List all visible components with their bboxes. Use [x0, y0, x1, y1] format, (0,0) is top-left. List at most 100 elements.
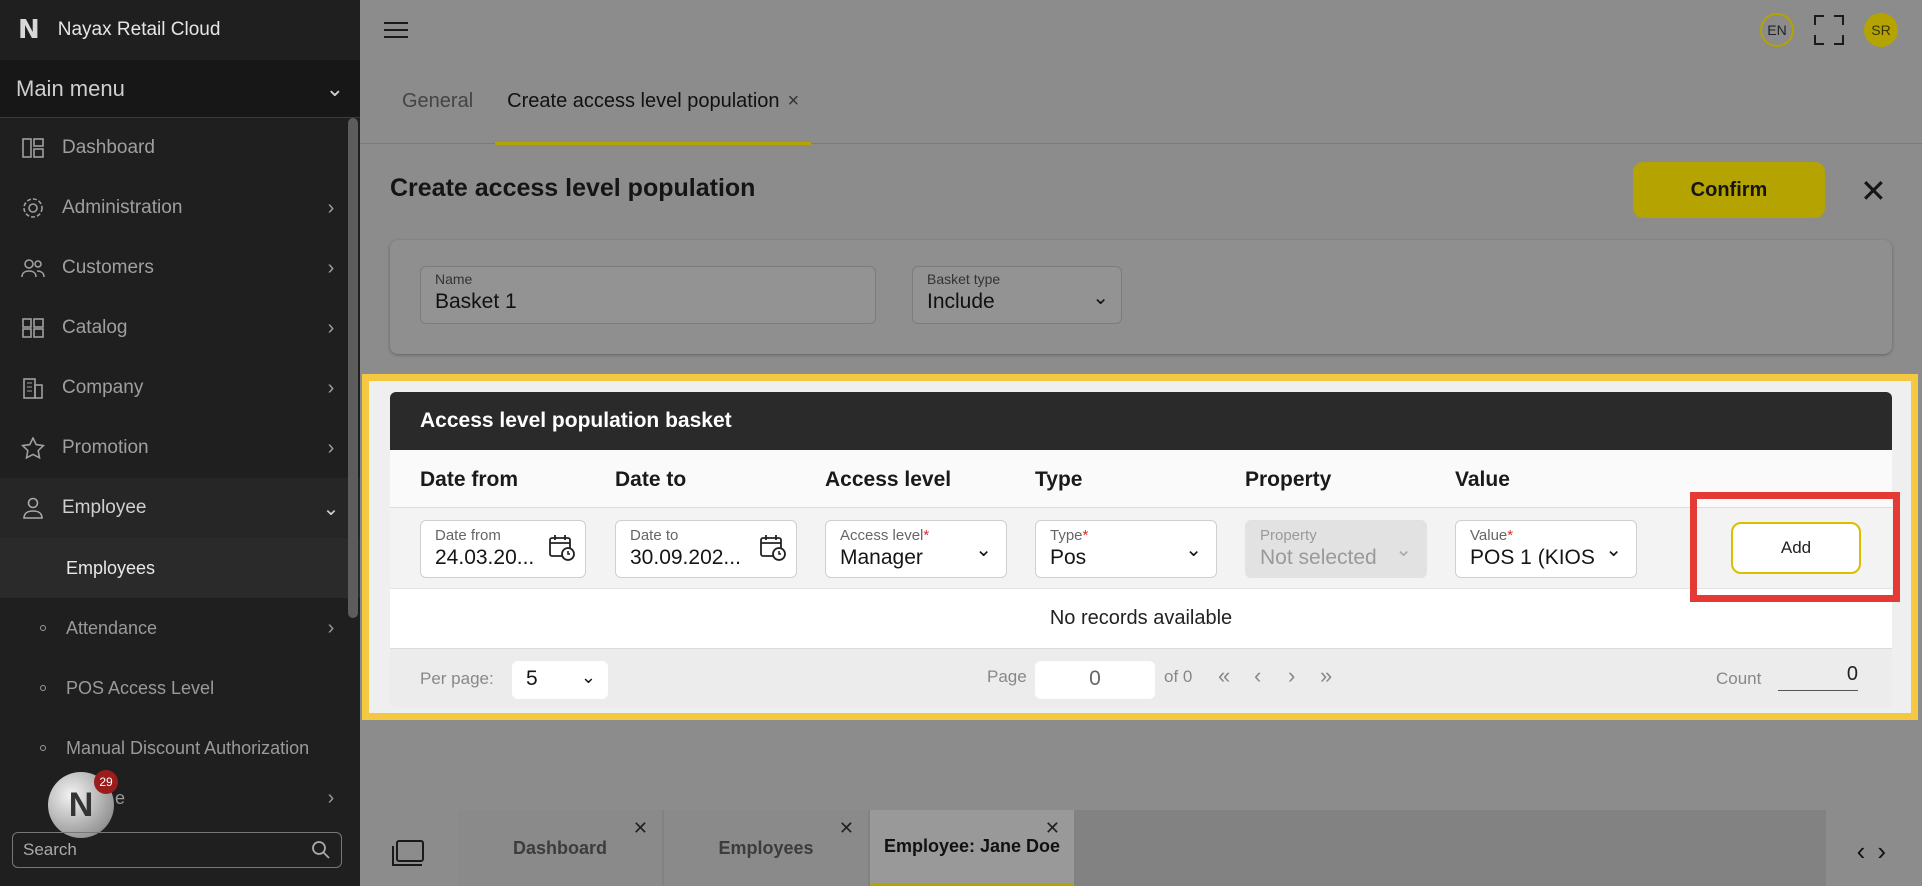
pagination-footer: Per page: 5 ⌄ Page 0 of 0 « ‹ › » Count … [390, 648, 1892, 708]
chevron-down-icon: ⌄ [1092, 287, 1109, 309]
chevron-right-icon: › [327, 376, 335, 399]
sidebar-item-company[interactable]: Company › [0, 358, 360, 418]
tab-create-access-level-population[interactable]: Create access level population × [495, 60, 812, 145]
last-page-icon[interactable]: » [1320, 663, 1332, 689]
date-from-input[interactable]: Date from 24.03.20... [420, 520, 586, 578]
windows-icon[interactable] [392, 840, 424, 866]
field-value: 24.03.20... [435, 546, 535, 569]
chevron-down-icon: ⌄ [322, 497, 340, 520]
name-field[interactable]: Name Basket 1 [420, 266, 876, 324]
tab-label: Dashboard [512, 837, 608, 858]
field-label-text: Access level [840, 527, 924, 544]
type-select[interactable]: Type* Pos ⌄ [1035, 520, 1217, 578]
basket-type-select[interactable]: Basket type Include ⌄ [912, 266, 1122, 324]
sidebar-search-input[interactable]: Search [12, 832, 342, 868]
sidebar-item-dashboard[interactable]: Dashboard [0, 118, 360, 178]
sidebar-item-label: Administration [62, 197, 183, 218]
bottom-tab-employee-jane-doe[interactable]: Employee: Jane Doe ✕ [870, 810, 1074, 886]
column-header: Value [1455, 468, 1510, 491]
empty-message: No records available [390, 588, 1892, 648]
field-value: 30.09.202... [630, 546, 741, 569]
column-header: Property [1245, 468, 1332, 491]
page-of-label: of 0 [1164, 667, 1193, 686]
close-icon[interactable]: ✕ [1045, 818, 1060, 839]
sidebar-item-customers[interactable]: Customers › [0, 238, 360, 298]
users-icon [20, 255, 46, 281]
field-label: Basket type [927, 271, 1001, 287]
bottom-tab-dashboard[interactable]: Dashboard ✕ [458, 810, 662, 886]
sidebar-subitem-attendance[interactable]: Attendance › [0, 598, 360, 658]
sidebar-item-employee[interactable]: Employee ⌄ [0, 478, 360, 538]
column-header: Date to [615, 468, 687, 491]
date-to-input[interactable]: Date to 30.09.202... [615, 520, 797, 578]
sidebar-scrollbar[interactable] [348, 118, 358, 618]
per-page-select[interactable]: 5 ⌄ [512, 661, 608, 699]
tab-scroll-nav: ‹› [1857, 836, 1898, 867]
main-menu-label: Main menu [16, 75, 125, 101]
chevron-down-icon: ⌄ [975, 539, 992, 561]
per-page-value: 5 [526, 667, 538, 690]
bottom-tab-employees[interactable]: Employees ✕ [664, 810, 868, 886]
page-title: Create access level population [390, 174, 756, 202]
column-header: Date from [420, 468, 519, 491]
access-level-select[interactable]: Access level* Manager ⌄ [825, 520, 1007, 578]
chevron-right-icon: › [327, 436, 335, 459]
chevron-down-icon: ⌄ [580, 667, 596, 687]
field-value: Basket 1 [435, 290, 517, 313]
sidebar-subitem-label: POS Access Level [66, 678, 215, 698]
main-menu-toggle[interactable]: Main menu ⌄ [0, 60, 360, 118]
page-input[interactable]: 0 [1035, 661, 1155, 699]
sidebar-item-promotion[interactable]: Promotion › [0, 418, 360, 478]
calendar-icon[interactable] [547, 533, 577, 563]
tab-label: Employees [718, 837, 814, 858]
sidebar-subitem-manual-discount[interactable]: Manual Discount Authorization [0, 718, 360, 778]
chevron-right-icon[interactable]: › [1877, 836, 1898, 866]
fullscreen-icon[interactable] [1814, 15, 1844, 45]
search-placeholder: Search [23, 840, 77, 859]
callout-frame [1690, 492, 1900, 602]
tab-label: General [402, 90, 474, 112]
chevron-left-icon[interactable]: ‹ [1857, 836, 1878, 866]
open-tabs: Dashboard ✕ Employees ✕ Employee: Jane D… [458, 810, 1826, 886]
close-icon[interactable]: × [788, 90, 800, 113]
tab-general[interactable]: General [390, 60, 485, 144]
sidebar-item-label: Company [62, 377, 144, 398]
first-page-icon[interactable]: « [1218, 663, 1230, 689]
field-value: Manager [840, 546, 923, 569]
tab-label: Employee: Jane Doe [883, 836, 1061, 856]
column-header: Access level [825, 468, 952, 491]
count-value: 0 [1778, 663, 1858, 691]
notification-badge: 29 [94, 770, 118, 794]
chevron-down-icon: ⌄ [1605, 539, 1622, 561]
user-avatar[interactable]: SR [1864, 13, 1898, 47]
field-label-text: Type [1050, 527, 1083, 544]
chevron-right-icon: › [327, 256, 335, 279]
bottom-tab-bar: Dashboard ✕ Employees ✕ Employee: Jane D… [360, 806, 1922, 886]
close-icon[interactable]: ✕ [1860, 172, 1887, 210]
prev-page-icon[interactable]: ‹ [1254, 663, 1261, 689]
access-level-basket: Access level population basket Date from… [390, 392, 1892, 708]
value-select[interactable]: Value* POS 1 (KIOSK ⌄ [1455, 520, 1637, 578]
chevron-down-icon: ⌄ [1395, 539, 1412, 561]
sidebar-subitem-pos-access-level[interactable]: POS Access Level [0, 658, 360, 718]
field-value: Pos [1050, 546, 1087, 569]
building-icon [20, 375, 46, 401]
sidebar-subitem-employees[interactable]: Employees [0, 538, 360, 598]
column-header: Type [1035, 468, 1083, 491]
bullet-icon [40, 745, 46, 751]
form-card: Name Basket 1 Basket type Include ⌄ [390, 240, 1892, 354]
next-page-icon[interactable]: › [1288, 663, 1295, 689]
calendar-icon[interactable] [758, 533, 788, 563]
page-label: Page [987, 667, 1027, 686]
sidebar-item-administration[interactable]: Administration › [0, 178, 360, 238]
sidebar: N Nayax Retail Cloud Main menu ⌄ Dashboa… [0, 0, 360, 886]
hamburger-menu-icon[interactable] [384, 17, 408, 43]
close-icon[interactable]: ✕ [633, 818, 648, 839]
language-switch[interactable]: EN [1760, 13, 1794, 47]
topbar: EN SR [360, 0, 1922, 60]
confirm-button[interactable]: Confirm [1633, 162, 1825, 218]
close-icon[interactable]: ✕ [839, 818, 854, 839]
sidebar-item-label: Employee [62, 497, 147, 518]
sidebar-item-catalog[interactable]: Catalog › [0, 298, 360, 358]
per-page-label: Per page: [420, 669, 494, 688]
